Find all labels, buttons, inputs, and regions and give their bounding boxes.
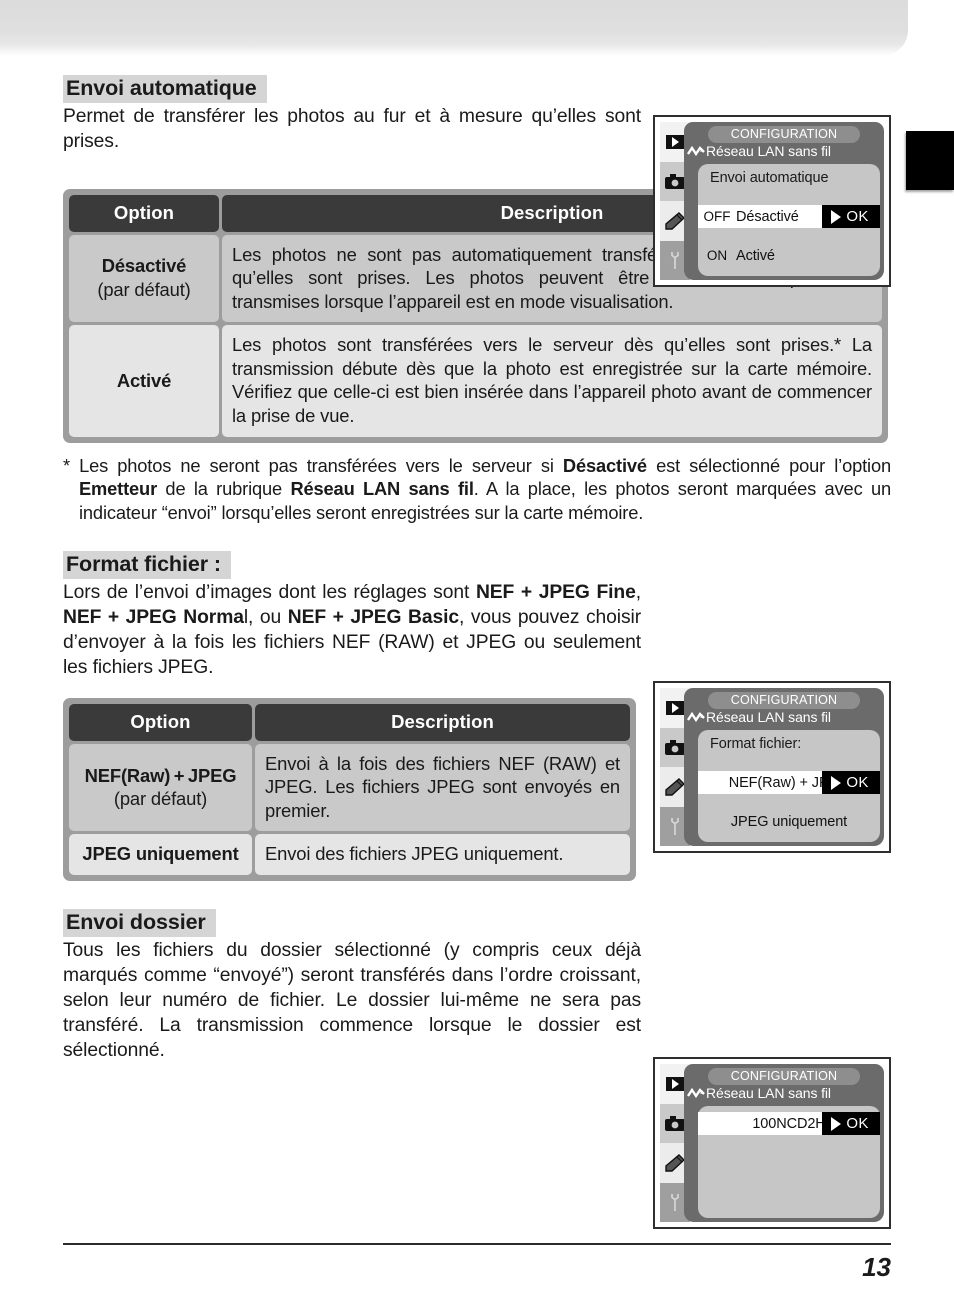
cell-option: NEF(Raw) + JPEG (par défaut): [69, 743, 252, 832]
lcd-title: CONFIGURATION: [708, 1068, 860, 1085]
lcd-option-label: JPEG uniquement: [730, 813, 848, 830]
lcd-menu-label: Réseau LAN sans fil: [706, 143, 831, 159]
ok-label: OK: [846, 774, 869, 791]
lcd-menu-label: Réseau LAN sans fil: [706, 1085, 831, 1101]
page-title: Envoi dossier: [63, 909, 216, 937]
emphasis-text: NEF + JPEG Fine: [475, 582, 636, 604]
option-name: Activé: [116, 369, 172, 391]
lcd-option-row-nefjpeg[interactable]: NEF(Raw) + JPEG OK: [698, 771, 880, 794]
lcd-body: CONFIGURATION Réseau LAN sans fil Format…: [684, 688, 884, 846]
column-header-option: Option: [69, 703, 252, 741]
lcd-ok-button[interactable]: OK: [822, 205, 880, 228]
lcd-title: CONFIGURATION: [708, 126, 860, 143]
lcd-ok-button[interactable]: OK: [822, 771, 880, 794]
emphasis-text: NEF + JPEG Basic: [287, 607, 460, 629]
section-body-text: Lors de l’envoi d’images dont les réglag…: [63, 581, 641, 681]
lcd-screenshot-auto-send: CONFIGURATION Réseau LAN sans fil Envoi …: [653, 115, 891, 287]
table-row: JPEG uniquement Envoi des fichiers JPEG …: [69, 834, 630, 876]
emphasis-text: Désactivé: [562, 454, 647, 476]
playback-icon: [666, 134, 684, 149]
emphasis-text: NEF + JPEG Norma: [63, 607, 244, 629]
cell-option: Activé: [69, 325, 219, 437]
table-row: Activé Les photos sont transférées vers …: [69, 325, 882, 437]
body-text: l, ou: [243, 607, 288, 629]
body-text: Lors de l’envoi d’images dont les réglag…: [63, 582, 476, 604]
page-title: Format fichier :: [63, 551, 231, 580]
lcd-screenshot-file-format: CONFIGURATION Réseau LAN sans fil Format…: [653, 681, 891, 853]
right-arrow-icon: [831, 1116, 842, 1131]
lcd-panel: 100NCD2H OK: [698, 1106, 880, 1218]
page-title: Envoi automatique: [63, 75, 267, 103]
camera-icon: [665, 1115, 685, 1131]
chapter-side-tab: [906, 131, 954, 190]
lcd-option-row-jpegonly[interactable]: JPEG uniquement: [698, 810, 880, 833]
wifi-wave-icon: [687, 146, 705, 157]
pencil-icon: [665, 777, 685, 796]
wrench-icon: [671, 817, 679, 835]
lcd-screenshot-folder-send: CONFIGURATION Réseau LAN sans fil 100NCD…: [653, 1057, 891, 1229]
wifi-wave-icon: [687, 712, 705, 723]
lcd-panel: Format fichier: NEF(Raw) + JPEG OK JPEG …: [698, 730, 880, 842]
lcd-menu-line: Réseau LAN sans fil: [687, 709, 831, 725]
option-name: JPEG uniquement: [82, 843, 239, 865]
playback-icon: [666, 700, 684, 715]
wrench-icon: [671, 1193, 679, 1211]
cell-option: JPEG uniquement: [69, 834, 252, 876]
cell-description: Les photos sont transférées vers le serv…: [222, 325, 882, 437]
right-arrow-icon: [831, 775, 842, 790]
ok-label: OK: [846, 1115, 869, 1132]
lcd-menu-line: Réseau LAN sans fil: [687, 143, 831, 159]
cell-description: Envoi des fichiers JPEG uniquement.: [255, 834, 630, 876]
option-name: Désactivé: [101, 255, 187, 277]
pencil-icon: [665, 1153, 685, 1172]
emphasis-text: Réseau LAN sans fil: [290, 478, 474, 500]
lcd-option-tag: OFF: [703, 209, 731, 224]
body-text: est sélectionné pour l’option: [646, 454, 891, 476]
footnote: * Les photos ne seront pas transférées v…: [63, 454, 891, 525]
table-row: NEF(Raw) + JPEG (par défaut) Envoi à la …: [69, 743, 630, 832]
section-body-text: Permet de transférer les photos au fur e…: [63, 105, 641, 152]
option-default-note: (par défaut): [97, 279, 191, 301]
section-format-fichier: Format fichier : Lors de l’envoi d’image…: [63, 551, 891, 681]
lcd-option-row-folder[interactable]: 100NCD2H OK: [698, 1112, 880, 1135]
column-header-description: Description: [255, 703, 630, 741]
wrench-icon: [671, 251, 679, 269]
emphasis-text: Emetteur: [79, 478, 158, 500]
right-arrow-icon: [831, 209, 842, 224]
lcd-menu-line: Réseau LAN sans fil: [687, 1085, 831, 1101]
lcd-panel: Envoi automatique OFF Désactivé OK ON Ac…: [698, 164, 880, 276]
camera-icon: [665, 739, 685, 755]
lcd-menu-label: Réseau LAN sans fil: [706, 709, 831, 725]
body-text: ,: [635, 582, 641, 604]
wifi-wave-icon: [687, 1088, 705, 1099]
column-header-option: Option: [69, 194, 219, 232]
cell-option: Désactivé (par défaut): [69, 234, 219, 323]
table-file-format: Option Description NEF(Raw) + JPEG (par …: [63, 697, 636, 882]
section-envoi-dossier: Envoi dossier Tous les fichiers du dossi…: [63, 909, 891, 1063]
option-default-note: (par défaut): [113, 788, 208, 810]
table-header-row: Option Description: [69, 703, 630, 741]
playback-icon: [666, 1076, 684, 1091]
lcd-option-row-on[interactable]: ON Activé: [698, 244, 880, 267]
page-number: 13: [862, 1252, 891, 1282]
lcd-option-tag: ON: [706, 248, 728, 263]
lcd-option-label: Activé: [736, 247, 775, 264]
cell-description: Envoi à la fois des fichiers NEF (RAW) e…: [255, 743, 630, 832]
footer-rule: [63, 1243, 891, 1245]
pencil-icon: [665, 211, 685, 230]
body-text: de la rubrique: [157, 478, 291, 500]
section-body-text: Tous les fichiers du dossier sélectionné…: [63, 939, 641, 1061]
lcd-body: CONFIGURATION Réseau LAN sans fil Envoi …: [684, 122, 884, 280]
lcd-title: CONFIGURATION: [708, 692, 860, 709]
lcd-panel-label: Envoi automatique: [710, 170, 829, 186]
lcd-option-row-off[interactable]: OFF Désactivé OK: [698, 205, 880, 228]
option-name: NEF(Raw) + JPEG: [84, 764, 237, 786]
lcd-panel-label: Format fichier:: [710, 736, 802, 752]
camera-icon: [665, 173, 685, 189]
lcd-ok-button[interactable]: OK: [822, 1112, 880, 1135]
lcd-body: CONFIGURATION Réseau LAN sans fil 100NCD…: [684, 1064, 884, 1222]
ok-label: OK: [846, 208, 869, 225]
body-text: * Les photos ne seront pas transférées v…: [63, 454, 563, 476]
